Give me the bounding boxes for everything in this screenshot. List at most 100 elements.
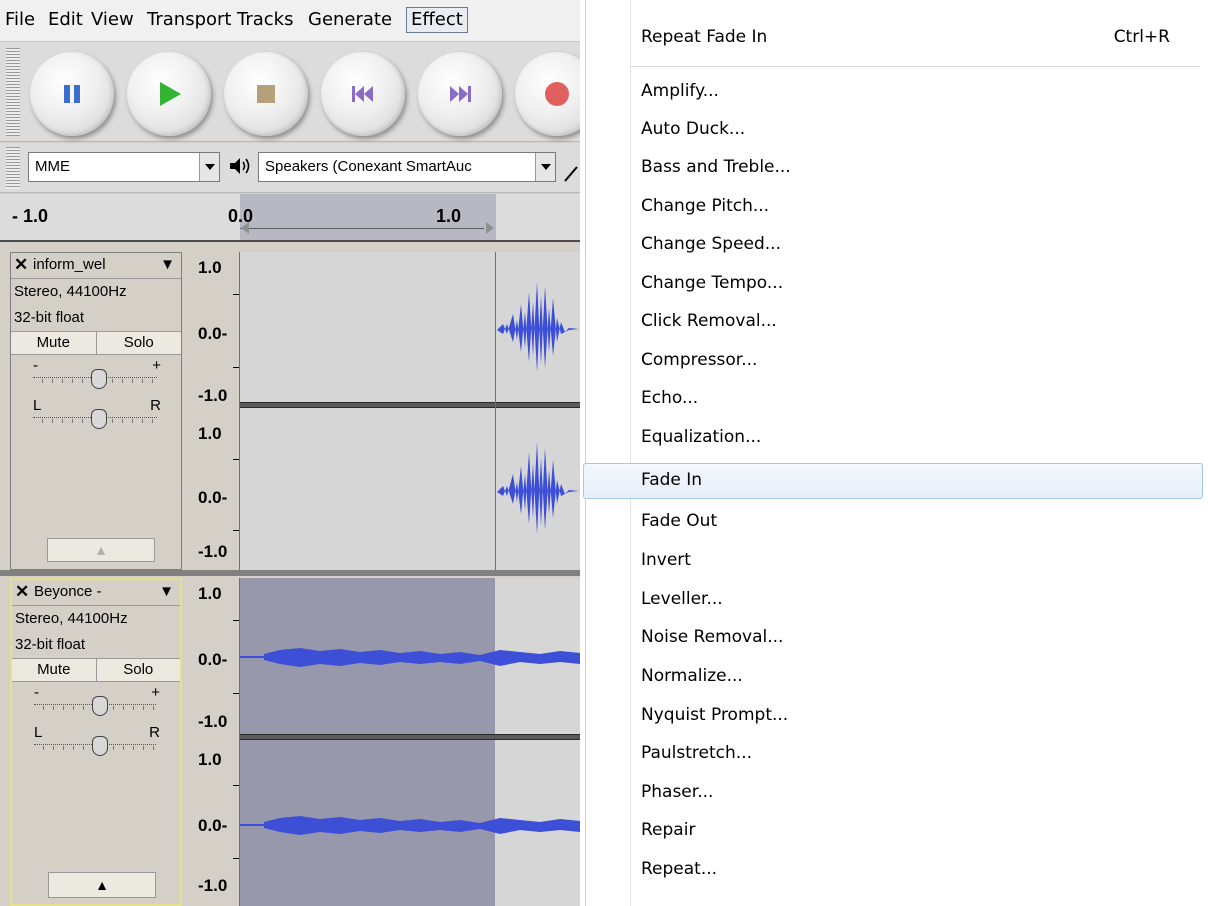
gain-slider-thumb[interactable] xyxy=(92,696,108,716)
host-select-value: MME xyxy=(35,158,70,175)
track-control-panel: ✕ Beyonce - ▼ Stereo, 44100Hz 32-bit flo… xyxy=(10,578,182,906)
menu-item-shortcut: Ctrl+R xyxy=(1113,27,1170,47)
gain-minus-label: - xyxy=(34,684,39,701)
play-icon xyxy=(127,52,211,136)
pan-slider[interactable]: L R xyxy=(11,395,181,435)
pan-right-label: R xyxy=(150,397,161,414)
menu-item-click-removal[interactable]: Click Removal... xyxy=(586,304,1206,340)
gain-slider[interactable]: - + xyxy=(12,682,180,722)
waveform xyxy=(497,282,579,534)
menu-item-equalization[interactable]: Equalization... xyxy=(586,420,1206,456)
menu-item-invert[interactable]: Invert xyxy=(586,543,1206,579)
host-select[interactable]: MME xyxy=(28,152,220,182)
track-bitdepth: 32-bit float xyxy=(15,636,86,653)
menu-tracks[interactable]: Tracks xyxy=(237,8,293,32)
menu-item-repeat[interactable]: Repeat... xyxy=(586,852,1206,888)
menu-item-label: Equalization... xyxy=(641,427,762,447)
pause-button[interactable] xyxy=(30,52,114,136)
collapse-up-icon: ▲ xyxy=(94,542,108,558)
menu-item-compressor[interactable]: Compressor... xyxy=(586,343,1206,379)
mute-button[interactable]: Mute xyxy=(11,332,97,354)
scale-label: 1.0 xyxy=(198,258,222,277)
gain-slider-thumb[interactable] xyxy=(91,369,107,389)
track-format: Stereo, 44100Hz xyxy=(14,283,127,300)
record-icon xyxy=(515,52,580,136)
track-name[interactable]: inform_wel xyxy=(33,253,106,277)
menu-item-repeat-last-effect[interactable]: Repeat Fade In Ctrl+R xyxy=(586,20,1206,56)
scale-label: 1.0 xyxy=(198,750,222,769)
track-menu-icon[interactable]: ▼ xyxy=(159,580,174,604)
mute-button[interactable]: Mute xyxy=(12,659,97,681)
solo-button[interactable]: Solo xyxy=(96,659,180,681)
menu-item-label: Fade In xyxy=(641,470,703,490)
skip-end-icon xyxy=(418,52,502,136)
scale-label: 0.0- xyxy=(198,324,228,343)
vertical-scale: 1.0 0.0- -1.0 1.0 0.0- -1.0 xyxy=(184,578,240,906)
menu-item-label: Amplify... xyxy=(641,81,719,101)
menu-item-phaser[interactable]: Phaser... xyxy=(586,775,1206,811)
output-device-value: Speakers (Conexant SmartAuc xyxy=(265,158,472,175)
selection-end-marker[interactable] xyxy=(486,222,496,234)
track-name[interactable]: Beyonce - xyxy=(34,580,102,604)
menu-item-amplify[interactable]: Amplify... xyxy=(586,74,1206,110)
menu-item-change-pitch[interactable]: Change Pitch... xyxy=(586,189,1206,225)
menu-item-normalize[interactable]: Normalize... xyxy=(586,659,1206,695)
gain-slider[interactable]: - + xyxy=(11,355,181,395)
menu-item-label: Phaser... xyxy=(641,782,714,802)
track-control-panel: ✕ inform_wel ▼ Stereo, 44100Hz 32-bit fl… xyxy=(10,252,182,570)
menu-file[interactable]: File xyxy=(5,8,35,32)
waveform-area[interactable] xyxy=(240,252,580,570)
menu-item-fade-out[interactable]: Fade Out xyxy=(586,504,1206,540)
menu-effect[interactable]: Effect xyxy=(406,7,468,33)
menu-item-label: Click Removal... xyxy=(641,311,777,331)
scale-label: 1.0 xyxy=(198,424,222,443)
ruler-label: 1.0 xyxy=(436,206,462,226)
toolbar-grip[interactable] xyxy=(6,147,20,189)
menu-item-repair[interactable]: Repair xyxy=(586,813,1206,849)
skip-to-start-button[interactable] xyxy=(321,52,405,136)
menu-item-change-speed[interactable]: Change Speed... xyxy=(586,227,1206,263)
record-button[interactable] xyxy=(515,52,580,136)
scale-tick xyxy=(233,459,239,460)
chevron-down-icon xyxy=(535,153,555,181)
pan-slider-thumb[interactable] xyxy=(91,409,107,429)
menu-item-noise-removal[interactable]: Noise Removal... xyxy=(586,620,1206,656)
collapse-track-button[interactable]: ▲ xyxy=(47,538,155,562)
menu-generate[interactable]: Generate xyxy=(308,8,392,32)
timeline-ruler[interactable]: - 1.0 0.0 1.0 xyxy=(0,194,580,242)
menu-view[interactable]: View xyxy=(91,8,134,32)
menu-item-nyquist-prompt[interactable]: Nyquist Prompt... xyxy=(586,698,1206,734)
menu-item-label: Repeat... xyxy=(641,859,718,879)
menu-item-change-tempo[interactable]: Change Tempo... xyxy=(586,266,1206,302)
menu-transport[interactable]: Transport xyxy=(147,8,231,32)
pan-slider-thumb[interactable] xyxy=(92,736,108,756)
menu-item-label: Noise Removal... xyxy=(641,627,784,647)
menu-item-label: Repair xyxy=(641,820,696,840)
skip-to-end-button[interactable] xyxy=(418,52,502,136)
scale-label: -1.0 xyxy=(198,542,228,561)
menu-item-auto-duck[interactable]: Auto Duck... xyxy=(586,112,1206,148)
play-button[interactable] xyxy=(127,52,211,136)
menu-edit[interactable]: Edit xyxy=(48,8,83,32)
output-device-select[interactable]: Speakers (Conexant SmartAuc xyxy=(258,152,556,182)
menu-item-echo[interactable]: Echo... xyxy=(586,381,1206,417)
scale-tick xyxy=(233,620,239,621)
waveform-area[interactable] xyxy=(240,578,580,906)
menu-item-fade-in[interactable]: Fade In xyxy=(583,463,1203,499)
menu-item-bass-and-treble[interactable]: Bass and Treble... xyxy=(586,150,1206,186)
toolbar-grip[interactable] xyxy=(6,48,20,136)
track-bitdepth: 32-bit float xyxy=(14,309,85,326)
chevron-down-icon xyxy=(199,153,219,181)
device-toolbar: MME Speakers (Conexant SmartAuc xyxy=(0,143,580,193)
menu-item-leveller[interactable]: Leveller... xyxy=(586,582,1206,618)
stop-button[interactable] xyxy=(224,52,308,136)
pan-left-label: L xyxy=(34,724,43,741)
selection-start-marker[interactable] xyxy=(241,222,251,234)
solo-button[interactable]: Solo xyxy=(96,332,181,354)
menu-item-paulstretch[interactable]: Paulstretch... xyxy=(586,736,1206,772)
close-icon[interactable]: ✕ xyxy=(15,580,29,604)
pan-slider[interactable]: L R xyxy=(12,722,180,762)
collapse-track-button[interactable]: ▲ xyxy=(48,872,156,898)
close-icon[interactable]: ✕ xyxy=(14,253,28,277)
track-menu-icon[interactable]: ▼ xyxy=(160,253,175,277)
